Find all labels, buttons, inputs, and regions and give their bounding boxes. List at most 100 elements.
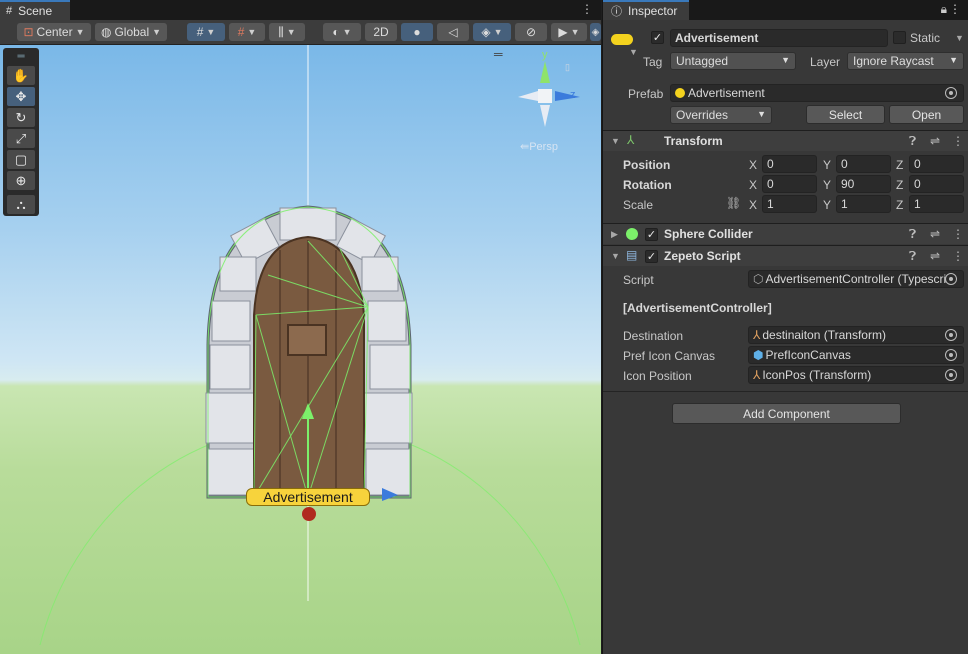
camera-dropdown[interactable]: ▶ ▼ (551, 23, 587, 41)
zepeto-script-enabled-checkbox[interactable]: ✓ (645, 250, 658, 263)
shading-mode-button[interactable]: ◐ ▼ (323, 23, 361, 41)
rotation-y-field[interactable]: 90 (836, 175, 891, 193)
panel-handle-icon[interactable]: ═ (494, 47, 503, 61)
scale-tool[interactable]: ⤢ (7, 129, 35, 148)
chevron-down-icon: ▼ (757, 109, 766, 119)
scene-visibility-toggle[interactable]: ⊘ (515, 23, 547, 41)
transform-icon: ⅄ (627, 133, 635, 147)
prefab-open-button[interactable]: Open (889, 105, 964, 124)
help-icon[interactable]: ❓︎ (909, 249, 916, 264)
component-menu-icon[interactable]: ⋮ (952, 227, 964, 241)
pivot-dropdown[interactable]: ⊡ Center ▼ (17, 23, 91, 41)
rect-tool[interactable]: ▢ (7, 150, 35, 169)
presets-icon[interactable]: ⇌ (930, 227, 940, 241)
prefab-cube-icon: ⬢ (753, 348, 764, 362)
axis-z-label: Z (896, 158, 904, 172)
presets-icon[interactable]: ⇌ (930, 134, 940, 148)
object-picker-icon[interactable] (945, 329, 957, 341)
script-field[interactable]: ⬡ AdvertisementController (Typescri (748, 270, 964, 288)
sphere-collider-enabled-checkbox[interactable]: ✓ (645, 228, 658, 241)
object-active-checkbox[interactable]: ✓ (651, 31, 664, 44)
sphere-collider-icon (626, 228, 638, 240)
static-checkbox[interactable] (893, 31, 906, 44)
static-label: Static (910, 31, 941, 45)
transform-tool[interactable]: ⊕ (7, 171, 35, 190)
scale-y-field[interactable]: 1 (836, 195, 891, 213)
object-name-field[interactable]: Advertisement (670, 29, 888, 47)
link-icon[interactable]: ⛓︎ (726, 196, 741, 210)
rotation-x-field[interactable]: 0 (762, 175, 817, 193)
hand-icon: ✋ (12, 67, 30, 83)
pref-icon-canvas-field[interactable]: ⬢ PrefIconCanvas (748, 346, 964, 364)
lighting-toggle[interactable]: ● (401, 23, 433, 41)
object-picker-icon[interactable] (945, 87, 957, 99)
inspector-tab-bar: ⓘ Inspector 🔒︎ ⋮ (603, 0, 968, 20)
rotation-z-field[interactable]: 0 (909, 175, 964, 193)
prefab-value: Advertisement (688, 86, 765, 100)
chevron-down-icon: ▼ (570, 27, 580, 37)
grid-visibility-button[interactable]: ⫼ ▼ (269, 23, 305, 41)
help-icon[interactable]: ❓︎ (909, 134, 916, 149)
more-menu-icon[interactable]: ⋮ (949, 2, 961, 16)
chevron-down-icon: ▼ (247, 27, 257, 37)
icon-position-field[interactable]: ⅄ IconPos (Transform) (748, 366, 964, 384)
hand-tool[interactable]: ✋ (7, 66, 35, 85)
tag-dropdown[interactable]: Untagged ▼ (670, 52, 796, 70)
scale-icon: ⤢ (15, 130, 27, 146)
increment-snap-button[interactable]: # ▼ (229, 23, 265, 41)
position-label: Position (623, 158, 671, 172)
component-menu-icon[interactable]: ⋮ (952, 249, 964, 263)
pivot-icon: ⊡ (23, 25, 34, 39)
lock-icon[interactable]: 🔒︎ (941, 2, 947, 17)
object-icon[interactable] (611, 34, 633, 45)
icon-position-label: Icon Position (623, 369, 692, 383)
scene-tab[interactable]: # Scene (0, 0, 70, 20)
gizmos-dropdown[interactable]: ◈ (590, 23, 601, 41)
effects-dropdown[interactable]: ◈ ▼ (473, 23, 511, 41)
info-icon: ⓘ (611, 6, 622, 18)
add-component-button[interactable]: Add Component (672, 403, 901, 424)
object-picker-icon[interactable] (945, 273, 957, 285)
scale-x-field[interactable]: 1 (762, 195, 817, 213)
position-y-field[interactable]: 0 (836, 155, 891, 173)
selected-object-label[interactable]: Advertisement (246, 488, 370, 506)
persp-label[interactable]: ⇚Persp (520, 140, 558, 153)
scene-viewport[interactable]: ▯ y z ⇚Persp ═ (0, 45, 601, 654)
help-icon[interactable]: ❓︎ (909, 227, 916, 242)
tool-handle[interactable]: ═ (7, 51, 35, 62)
custom-tool[interactable]: ⛬ (7, 195, 35, 214)
audio-toggle[interactable]: ◁ (437, 23, 469, 41)
object-icon-dropdown-icon[interactable]: ▼ (629, 47, 638, 57)
object-picker-icon[interactable] (945, 369, 957, 381)
component-menu-icon[interactable]: ⋮ (952, 134, 964, 148)
object-picker-icon[interactable] (945, 349, 957, 361)
gizmo-icon: ◈ (591, 26, 600, 38)
audio-mute-icon: ◁ (448, 25, 458, 39)
prefab-field[interactable]: Advertisement (670, 84, 964, 102)
sphere-collider-header[interactable]: ▶ ✓ Sphere Collider ❓︎ ⇌ ⋮ (603, 223, 968, 244)
static-dropdown-icon[interactable]: ▼ (955, 33, 964, 43)
space-dropdown[interactable]: ◍ Global ▼ (95, 23, 167, 41)
scale-z-field[interactable]: 1 (909, 195, 964, 213)
overrides-dropdown[interactable]: Overrides ▼ (670, 106, 772, 124)
mode-2d-button[interactable]: 2D (365, 23, 397, 41)
rotate-tool[interactable]: ↻ (7, 108, 35, 127)
more-menu-icon[interactable]: ⋮ (581, 2, 593, 16)
transform-header[interactable]: ▼ ⅄ Transform ❓︎ ⇌ ⋮ (603, 130, 968, 151)
transform-ref-icon: ⅄ (753, 328, 761, 342)
arch-stone-right-5 (361, 392, 413, 444)
move-tool[interactable]: ✥ (7, 87, 35, 106)
layer-dropdown[interactable]: Ignore Raycast ▼ (847, 52, 964, 70)
inspector-tab[interactable]: ⓘ Inspector (603, 0, 689, 20)
presets-icon[interactable]: ⇌ (930, 249, 940, 263)
zepeto-script-header[interactable]: ▼ ▤ ✓ Zepeto Script ❓︎ ⇌ ⋮ (603, 245, 968, 266)
door-window (287, 324, 327, 356)
camera-icon: ▶ (558, 25, 568, 39)
persp-text: Persp (529, 141, 558, 153)
destination-field[interactable]: ⅄ destinaiton (Transform) (748, 326, 964, 344)
position-z-field[interactable]: 0 (909, 155, 964, 173)
grid-snap-button[interactable]: # ▼ (187, 23, 225, 41)
arch-stone-left-3 (211, 300, 251, 342)
position-x-field[interactable]: 0 (762, 155, 817, 173)
prefab-select-button[interactable]: Select (806, 105, 885, 124)
